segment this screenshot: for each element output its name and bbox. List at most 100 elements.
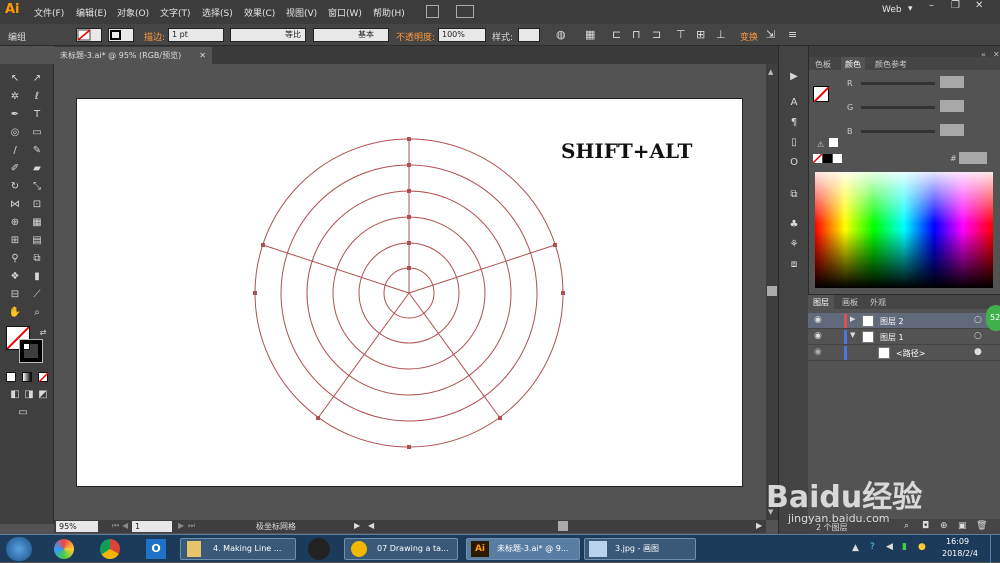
screen-mode-icon[interactable]: ▭ (16, 406, 30, 419)
isolate-icon[interactable]: ⇲ (766, 28, 775, 41)
scroll-up-icon[interactable]: ▲ (768, 68, 773, 76)
symbol-sprayer-tool-icon[interactable]: ❖ (8, 270, 22, 283)
visibility-eye-icon[interactable]: ◉ (814, 331, 822, 341)
polar-grid-tool-icon[interactable]: ◎ (8, 126, 22, 139)
layer-name[interactable]: 图层 1 (880, 332, 904, 343)
brush-definition[interactable]: 基本 (313, 28, 389, 42)
recolor-icon[interactable]: ◍ (556, 28, 566, 41)
security-icon[interactable]: ● (918, 542, 926, 552)
network-icon[interactable]: ▮ (902, 542, 907, 552)
help-icon[interactable]: ? (870, 542, 875, 552)
rectangle-tool-icon[interactable]: ▭ (30, 126, 44, 139)
draw-behind-icon[interactable]: ◨ (22, 388, 36, 401)
none-mode-icon[interactable] (38, 372, 49, 383)
delete-layer-icon[interactable]: 🗑 (976, 521, 987, 531)
stroke-label[interactable]: 描边: (144, 30, 165, 43)
clipping-mask-icon[interactable]: ◘ (922, 521, 929, 531)
swap-colors-icon[interactable]: ⇄ (36, 326, 50, 339)
opacity-label[interactable]: 不透明度: (396, 30, 435, 43)
type-tool-icon[interactable]: T (30, 108, 44, 121)
symbols-panel-icon[interactable]: ♣ (787, 218, 801, 231)
taskbar-task-active[interactable]: Ai 未标题-3.ai* @ 9... (466, 538, 580, 560)
bridge-icon[interactable] (426, 5, 439, 18)
vertical-scrollbar[interactable]: ▲ ▼ (766, 64, 778, 520)
layer-row[interactable]: ◉ ▶ 图层 2 ○ (808, 313, 1000, 329)
tray-expand-icon[interactable]: ▲ (852, 543, 859, 553)
black-swatch[interactable] (823, 154, 832, 163)
g-slider[interactable] (861, 106, 935, 109)
new-sublayer-icon[interactable]: ⊕ (940, 521, 948, 531)
none-swatch[interactable] (812, 153, 823, 164)
last-artboard-icon[interactable]: ⏭ (188, 521, 195, 531)
minimize-icon[interactable]: – (929, 0, 934, 11)
perspective-grid-tool-icon[interactable]: ▦ (30, 216, 44, 229)
stroke-swatch[interactable] (108, 28, 134, 42)
mesh-tool-icon[interactable]: ⊞ (8, 234, 22, 247)
taskbar-task[interactable]: 07 Drawing a ta... (344, 538, 458, 560)
menu-object[interactable]: 对象(O) (117, 6, 149, 19)
free-transform-tool-icon[interactable]: ⊡ (30, 198, 44, 211)
document-tab[interactable]: 未标题-3.ai* @ 95% (RGB/预览) ✕ (54, 47, 212, 64)
brushes-panel-icon[interactable]: ⚘ (787, 238, 801, 251)
zoom-field[interactable]: 95% (56, 521, 98, 532)
scroll-right-icon[interactable]: ▶ (756, 521, 762, 530)
chevron-down-icon[interactable]: ▾ (908, 4, 913, 14)
taskbar-task[interactable]: 3.jpg - 画图 (584, 538, 696, 560)
vertical-scroll-thumb[interactable] (767, 286, 777, 296)
scale-tool-icon[interactable]: ⤡ (30, 180, 44, 193)
expand-icon[interactable]: ▶ (850, 315, 855, 323)
layer-row[interactable]: ◉ ▼ 图层 1 ○ (808, 329, 1000, 345)
stroke-color-icon[interactable] (19, 339, 43, 363)
image-trace-icon[interactable]: ⧈ (787, 258, 801, 271)
transform-link[interactable]: 变换 (740, 30, 758, 43)
hex-value-field[interactable] (959, 152, 987, 164)
glyphs-panel-icon[interactable]: ▯ (787, 136, 801, 149)
color-fill-preview[interactable] (813, 86, 830, 103)
artboard[interactable]: SHIFT+ALT (76, 98, 743, 487)
menu-help[interactable]: 帮助(H) (373, 6, 405, 19)
workspace-switcher[interactable]: Web (882, 5, 902, 15)
r-slider[interactable] (861, 82, 935, 85)
outlook-icon[interactable]: O (146, 539, 166, 559)
panel-menu-icon[interactable]: ≡ (788, 28, 797, 41)
play-action-icon[interactable]: ▶ (787, 70, 801, 83)
direct-selection-tool-icon[interactable]: ↗ (30, 72, 44, 85)
blob-brush-tool-icon[interactable]: ✐ (8, 162, 22, 175)
tab-color[interactable]: 颜色 (841, 57, 865, 72)
artboard-number-field[interactable]: 1 (132, 521, 172, 532)
menu-window[interactable]: 窗口(W) (328, 6, 362, 19)
next-artboard-icon[interactable]: ▶ (178, 521, 184, 530)
volume-icon[interactable]: ◀ (886, 542, 893, 552)
locate-object-icon[interactable]: ⌕ (904, 521, 909, 531)
draw-inside-icon[interactable]: ◩ (36, 388, 50, 401)
target-icon[interactable]: ○ (974, 331, 982, 341)
start-button[interactable] (6, 537, 32, 561)
target-icon[interactable]: ● (974, 347, 982, 357)
align-middle-icon[interactable]: ⊞ (696, 28, 705, 41)
draw-normal-icon[interactable]: ◧ (8, 388, 22, 401)
menu-select[interactable]: 选择(S) (202, 6, 233, 19)
layer-name[interactable]: 图层 2 (880, 316, 904, 327)
close-icon[interactable]: ✕ (975, 0, 983, 11)
path-name[interactable]: <路径> (896, 348, 925, 359)
tab-swatches[interactable]: 色板 (815, 59, 831, 70)
menu-file[interactable]: 文件(F) (34, 6, 64, 19)
taskbar-task[interactable]: 4. Making Line ... (180, 538, 296, 560)
menu-edit[interactable]: 编辑(E) (76, 6, 107, 19)
align-left-icon[interactable]: ⊏ (612, 28, 621, 41)
artboards-panel-icon[interactable]: ⧉ (787, 188, 801, 201)
tab-color-guide[interactable]: 颜色参考 (875, 59, 907, 70)
tab-appearance[interactable]: 外观 (870, 297, 886, 308)
eraser-tool-icon[interactable]: ▰ (30, 162, 44, 175)
align-center-icon[interactable]: ⊓ (632, 28, 641, 41)
visibility-eye-icon[interactable]: ◉ (814, 347, 822, 357)
scroll-left-icon[interactable]: ◀ (368, 521, 374, 530)
paintbrush-tool-icon[interactable]: / (8, 144, 22, 157)
menu-type[interactable]: 文字(T) (160, 6, 191, 19)
b-value-field[interactable] (940, 124, 964, 136)
eyedropper-tool-icon[interactable]: ⚲ (8, 252, 22, 265)
first-artboard-icon[interactable]: ⏮ (112, 521, 119, 531)
color-spectrum[interactable] (815, 172, 993, 288)
show-desktop-button[interactable] (990, 535, 1000, 563)
horizontal-scroll-thumb[interactable] (558, 521, 568, 531)
